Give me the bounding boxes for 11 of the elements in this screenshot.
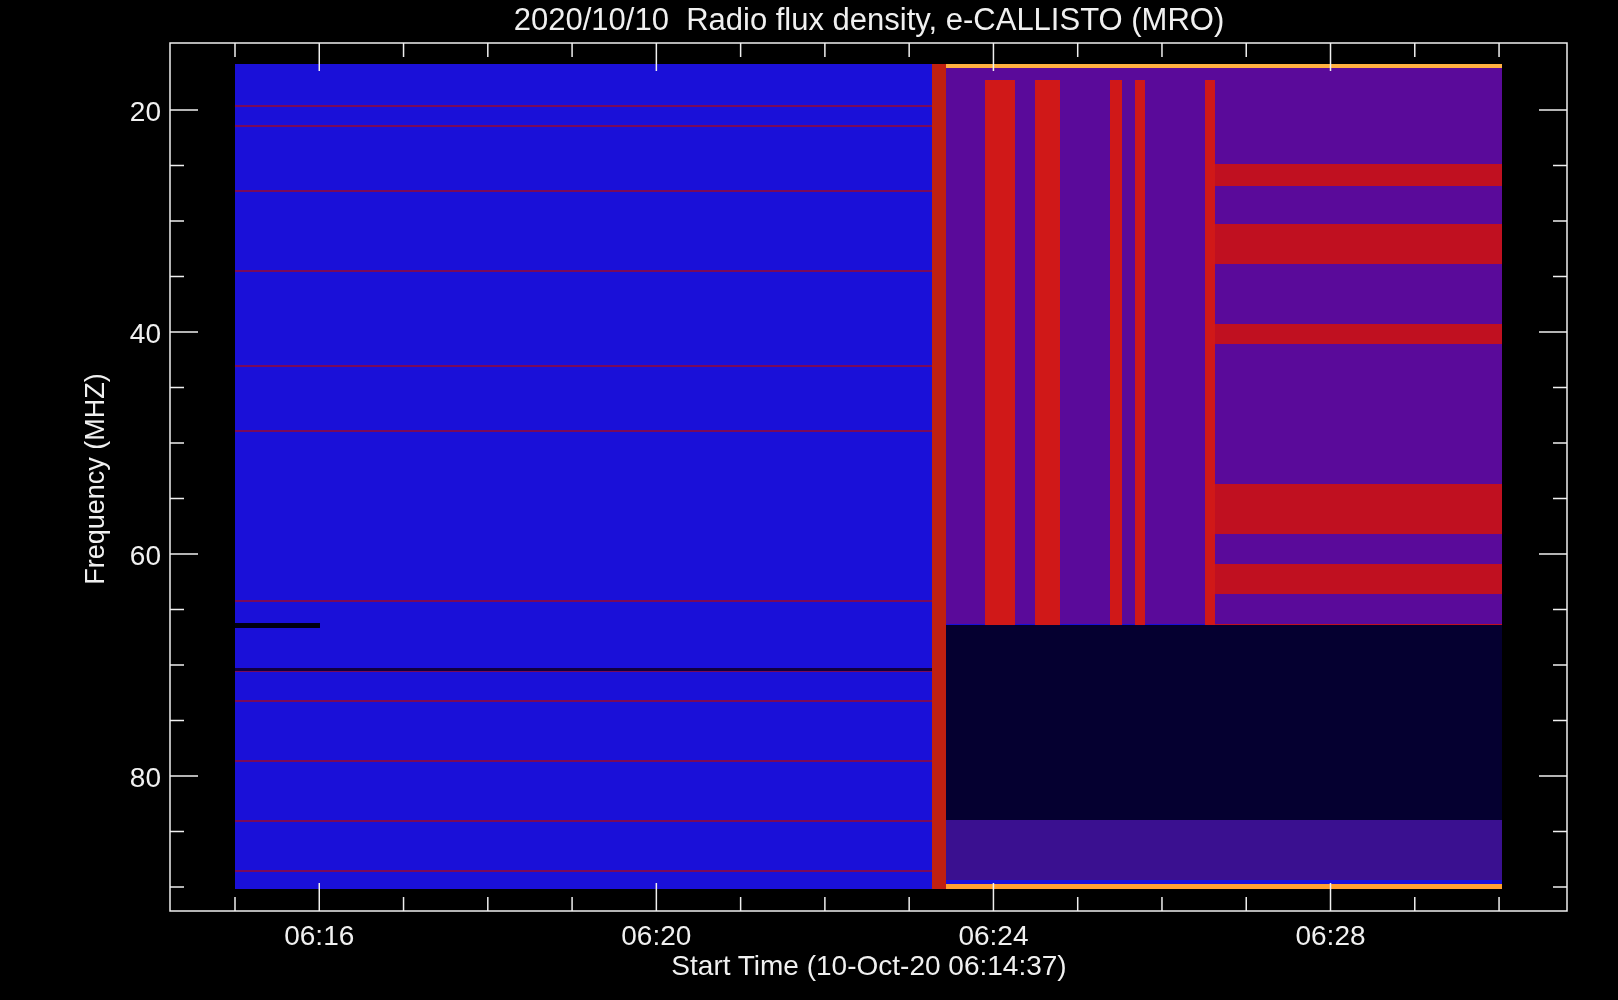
y-tick-label: 60 [129, 540, 161, 571]
y-tick-label: 40 [129, 318, 161, 349]
x-axis-label: Start Time (10-Oct-20 06:14:37) [671, 950, 1067, 981]
x-tick-label: 06:24 [958, 920, 1029, 951]
y-axis-label: Frequency (MHZ) [80, 373, 110, 585]
x-tick-label: 06:20 [621, 920, 692, 951]
x-tick-label: 06:28 [1295, 920, 1366, 951]
y-tick-label: 20 [129, 96, 161, 127]
chart-title: 2020/10/10 Radio flux density, e-CALLISTO (MRO) [513, 2, 1225, 37]
y-tick-label: 80 [129, 762, 161, 793]
x-tick-label: 06:16 [284, 920, 355, 951]
